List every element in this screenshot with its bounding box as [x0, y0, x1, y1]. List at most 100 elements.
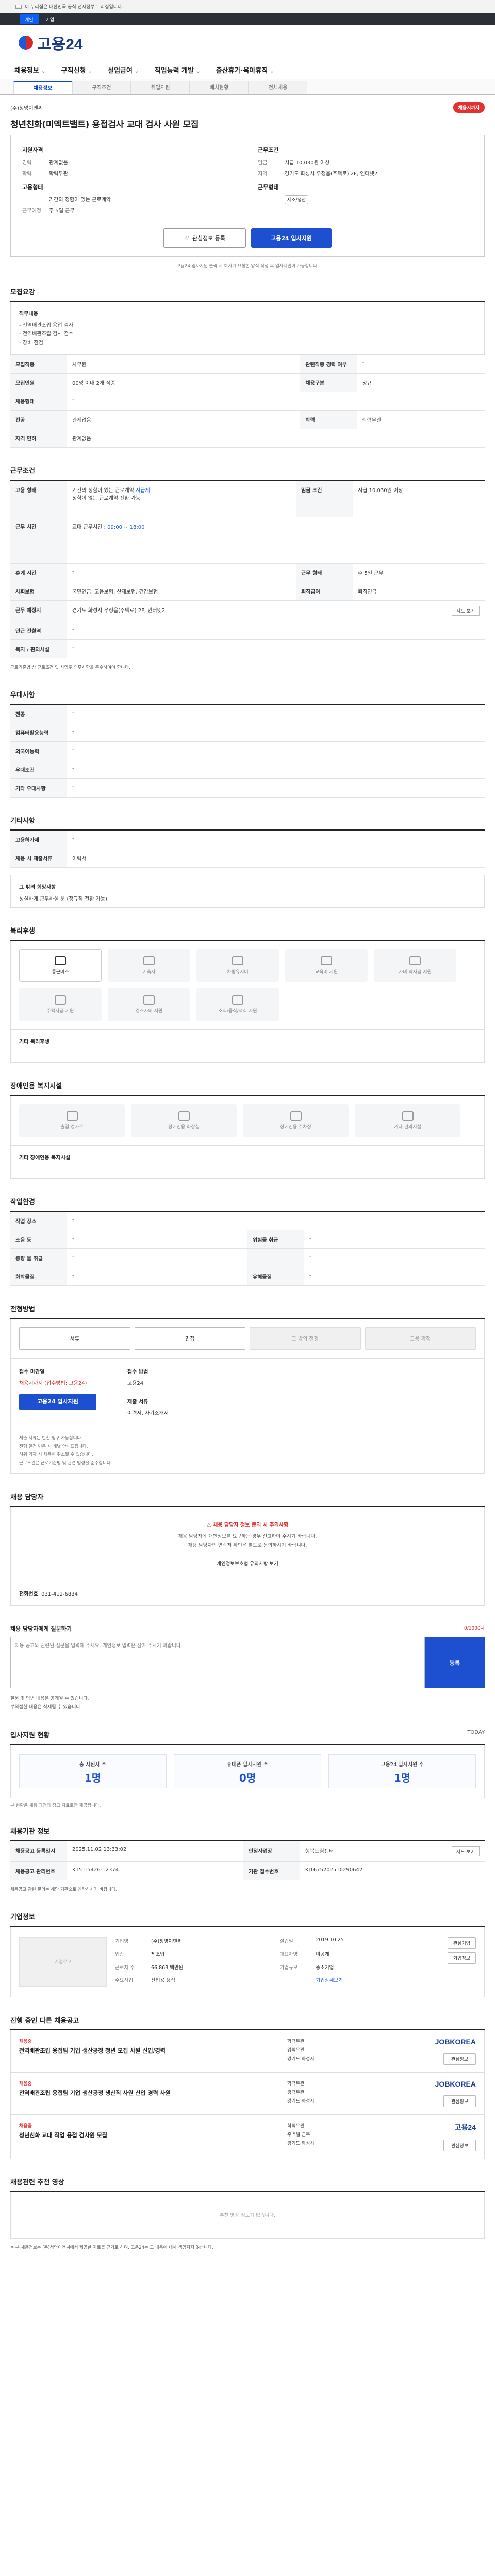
manager-section: 채용 담당자 ⚠ 채용 담당자 정보 문의 시 주의사항 채용 담당자에 개인정…: [10, 1492, 485, 1606]
alert-icon: ⚠: [206, 1522, 213, 1528]
tel-value: 031-412-6834: [41, 1591, 78, 1597]
similar-section: 진행 중인 다른 채용공고 채용중 전역배관조립 용접팀 기업 생산공정 청년 모…: [10, 2015, 485, 2159]
qa-input[interactable]: [10, 1636, 425, 1688]
ramp-icon: [66, 1111, 78, 1121]
deadline-value: 채용시까지 (접수방법: 고용24): [19, 1380, 87, 1386]
recruit-section: 모집요강 직무내용 전역배관조립 용접 검사전역배관조립 검사 검수장비 점검 …: [10, 286, 485, 448]
section-title: 모집요강: [10, 286, 485, 302]
nav-item-benefit[interactable]: 실업급여: [108, 65, 139, 75]
company-detail-link[interactable]: 기업상세보기: [316, 1976, 439, 1987]
nav-item-leave[interactable]: 출산휴가·육아휴직: [216, 65, 274, 75]
deadline-badge: 채용시까지: [453, 102, 485, 113]
qa-submit-button[interactable]: 등록: [425, 1636, 485, 1688]
card-logo: 고용24: [454, 2123, 476, 2131]
kv-value: 2019.10.25: [316, 1937, 344, 1943]
site-logo[interactable]: 고용24: [0, 25, 495, 61]
card-title[interactable]: 청년친화 교대 작업 용접 검사원 모집: [19, 2131, 279, 2140]
card-meta: 경기도 화성시: [287, 2098, 315, 2104]
privacy-guide-button[interactable]: 개인정보보호법 유의사항 보기: [208, 1554, 287, 1571]
card-interest-button[interactable]: 관심정보: [443, 2095, 476, 2107]
page-footnote: ※ 본 채용정보는 (주)청명이앤씨에서 제공한 자료를 근거로 하며, 고용2…: [10, 2245, 213, 2250]
similar-card[interactable]: 채용중전역배관조립 용접팀 기업 생산공정 청년 모집 사원 신입/경력 학력무…: [10, 2030, 485, 2073]
nav-item-jobs[interactable]: 채용정보: [14, 65, 46, 75]
car-icon: [232, 956, 243, 965]
row-value: 시급 10,030원 이상: [353, 481, 485, 517]
card-logo: JOBKOREA: [435, 2037, 476, 2046]
welfare-label: 기숙사: [142, 969, 156, 975]
card-interest-button[interactable]: 관심정보: [443, 2053, 476, 2065]
welfare-label: 통근버스: [52, 969, 69, 975]
kv-value: 제조업: [151, 1952, 165, 1957]
section-title: 채용 담당자: [10, 1492, 485, 1507]
similar-card[interactable]: 채용중 전역배관조립 용접팀 기업 생산공정 생산직 사원 신입 경력 사원 학력…: [10, 2072, 485, 2115]
section-title: 기타사항: [10, 815, 485, 831]
row-head: 사회보험: [10, 582, 67, 601]
row-highlight: 09:00 ~ 18:00: [107, 524, 145, 530]
card-interest-button[interactable]: 관심정보: [443, 2139, 476, 2151]
interest-button[interactable]: ♡ 관심정보 등록: [163, 228, 246, 248]
card-title[interactable]: 전역배관조립 용접팀 기업 생산공정 생산직 사원 신입 경력 사원: [19, 2089, 279, 2097]
method-head: 접수 방법: [127, 1369, 148, 1375]
similar-card[interactable]: 채용중 청년친화 교대 작업 용접 검사원 모집 학력무관 주 5일 근무 경기도 화…: [10, 2114, 485, 2159]
row-value: -: [67, 563, 296, 582]
card-meta: 학력무관: [287, 2123, 305, 2129]
apply-note: 고용24 입사지원 클릭 시 회사가 요청한 양식 작성 후 입사지원이 가능합…: [176, 264, 319, 269]
nav-item-seek[interactable]: 구직신청: [61, 65, 93, 75]
book-icon: [321, 956, 332, 965]
tab-3[interactable]: 배치현황: [190, 81, 249, 94]
disabled-toilet: 장애인용 화장실: [131, 1104, 237, 1137]
tab-4[interactable]: 전체채용: [249, 81, 307, 94]
interest-company-button[interactable]: 관심기업: [447, 1937, 476, 1949]
process-notes: 제출 서류는 반환 청구 가능합니다. 전형 일정 변동 시 개별 안내드립니다…: [10, 1428, 485, 1474]
map-button[interactable]: 지도 보기: [452, 605, 480, 616]
section-title: 복리후생: [10, 925, 485, 941]
util-company[interactable]: 기업: [41, 14, 60, 24]
tab-1[interactable]: 구직조건: [72, 81, 131, 94]
card-tag: 채용중: [19, 2039, 32, 2044]
card-meta: 학력무관: [287, 2039, 305, 2044]
section-title: 채용기관 정보: [10, 1826, 485, 1841]
util-personal[interactable]: 개인: [20, 14, 39, 24]
process-apply-button[interactable]: 고용24 입사지원: [19, 1393, 96, 1410]
welfare-child: 자녀 학자금 지원: [374, 948, 456, 982]
house-icon: [55, 995, 66, 1005]
stat-label: 총 지원자 수: [79, 1761, 107, 1768]
kv-key: 경력: [22, 160, 32, 166]
kv-key: 임금: [258, 160, 268, 166]
company-info-button[interactable]: 기업정보: [447, 1952, 476, 1964]
card-title[interactable]: 전역배관조립 용접팀 기업 생산공정 청년 모집 사원 신입/경력: [19, 2046, 279, 2055]
gov-notice-text: 이 누리집은 대한민국 공식 전자정부 누리집입니다.: [25, 5, 124, 10]
company-name[interactable]: (주)청명이앤씨: [10, 104, 43, 111]
row-head: 채용공고 등록일시: [10, 1841, 67, 1862]
stat-label: 고용24 입사지원 수: [381, 1761, 424, 1768]
parking-icon: [290, 1111, 302, 1121]
kv-key: 지역: [258, 171, 268, 177]
nav-item-training[interactable]: 직업능력 개발: [155, 65, 201, 75]
summary-heading: 지원자격: [22, 147, 43, 154]
row-value: 행복드림센터: [305, 1848, 334, 1854]
tab-2[interactable]: 취업지원: [131, 81, 190, 94]
global-nav: 채용정보 구직신청 실업급여 직업능력 개발 출산휴가·육아휴직: [0, 61, 495, 79]
reg-map-button[interactable]: 지도 보기: [452, 1846, 480, 1856]
row-highlight: 시급제: [136, 488, 150, 494]
row-value-tail: 정함이 없는 근로계약 전환 가능: [72, 496, 141, 501]
stats-today: TODAY: [467, 1729, 485, 1735]
kv-key: 설립일: [279, 1938, 293, 1944]
tab-0[interactable]: 채용정보: [13, 81, 72, 94]
row-head: 우대조건: [10, 760, 67, 779]
apply-button[interactable]: 고용24 입사지원: [251, 228, 332, 248]
kv-key: 주요사업: [115, 1978, 133, 1984]
video-section: 채용관련 추천 영상 추천 영상 정보가 없습니다.: [10, 2177, 485, 2239]
step-final: 고용 확정: [365, 1327, 476, 1350]
welfare-house: 주택자금 지원: [19, 988, 102, 1021]
row-value: KJ1675202510290642: [300, 1861, 485, 1880]
welfare-label: 차량유지비: [227, 969, 249, 975]
recruit-table: 모집직종 사무원 관련직종 경력 여부 - 모집인원 00명 이내 2개 직종 채용구분 정…: [10, 355, 485, 448]
row-value: -: [67, 1230, 248, 1249]
stat-value: 1명: [84, 1771, 102, 1784]
gift-icon: [143, 995, 155, 1005]
process-note: 제출 서류는 반환 청구 가능합니다.: [19, 1435, 82, 1441]
row-head: 모집인원: [10, 373, 67, 392]
etc-icon: [402, 1111, 414, 1121]
row-head: 작업 장소: [10, 1211, 67, 1230]
